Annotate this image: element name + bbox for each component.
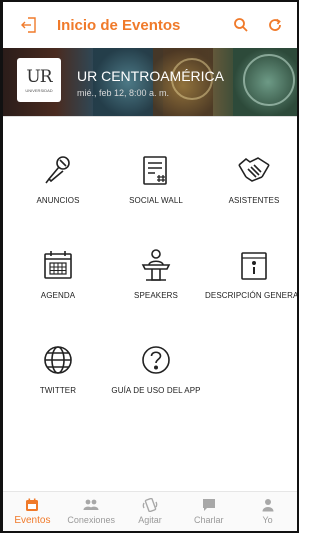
nav-tab-agitar[interactable]: Agitar xyxy=(121,492,180,531)
menu-tile-anuncios[interactable]: ANUNCIOS xyxy=(8,150,108,205)
nav-label: Yo xyxy=(262,515,273,525)
event-logo: UR UNIVERSIDAD xyxy=(17,58,61,102)
calendar-icon xyxy=(24,498,40,512)
menu-tile-twitter[interactable]: TWITTER xyxy=(8,340,108,395)
page-title: Inicio de Eventos xyxy=(57,16,181,34)
bottom-navigation: Eventos Conexiones Agitar Charlar Yo xyxy=(3,491,297,531)
info-document-icon xyxy=(234,245,274,285)
podium-speaker-icon xyxy=(136,245,176,285)
menu-tile-label: ASISTENTES xyxy=(228,196,280,205)
menu-tile-descripcion-general[interactable]: DESCRIPCIÓN GENERAL xyxy=(204,245,299,300)
divider xyxy=(3,116,297,117)
nav-tab-yo[interactable]: Yo xyxy=(238,492,297,531)
event-date: mié., feb 12, 8:00 a. m. xyxy=(77,88,170,98)
nav-label: Agitar xyxy=(138,515,162,525)
menu-tile-label: AGENDA xyxy=(40,291,76,300)
microphone-icon xyxy=(38,150,78,190)
exit-icon[interactable] xyxy=(15,11,43,39)
nav-tab-charlar[interactable]: Charlar xyxy=(179,492,238,531)
menu-tile-label: SOCIAL WALL xyxy=(129,196,183,205)
menu-tile-asistentes[interactable]: ASISTENTES xyxy=(204,150,297,205)
person-icon xyxy=(260,498,276,512)
menu-tile-agenda[interactable]: AGENDA xyxy=(8,245,108,300)
menu-tile-label: TWITTER xyxy=(39,386,77,395)
menu-tile-guia-de-uso[interactable]: GUÍA DE USO DEL APP xyxy=(106,340,206,395)
nav-tab-eventos[interactable]: Eventos xyxy=(3,492,62,531)
menu-tile-label: DESCRIPCIÓN GENERAL xyxy=(205,291,299,300)
nav-label: Eventos xyxy=(14,514,51,526)
refresh-icon[interactable] xyxy=(263,13,287,37)
shake-phone-icon xyxy=(142,498,158,512)
globe-icon xyxy=(38,340,78,380)
nav-label: Conexiones xyxy=(67,515,115,525)
banner-decoration xyxy=(243,54,295,106)
handshake-icon xyxy=(234,150,274,190)
app-bar: Inicio de Eventos xyxy=(3,2,297,48)
menu-tile-social-wall[interactable]: SOCIAL WALL xyxy=(106,150,206,205)
logo-text: UR xyxy=(26,67,52,87)
social-wall-icon xyxy=(136,150,176,190)
event-title: UR CENTROAMÉRICA xyxy=(77,68,225,84)
search-icon[interactable] xyxy=(229,13,253,37)
menu-tile-label: ANUNCIOS xyxy=(36,196,80,205)
nav-tab-conexiones[interactable]: Conexiones xyxy=(62,492,121,531)
logo-subtext: UNIVERSIDAD xyxy=(25,88,53,93)
menu-tile-label: SPEAKERS xyxy=(134,291,178,300)
menu-tile-speakers[interactable]: SPEAKERS xyxy=(106,245,206,300)
question-circle-icon xyxy=(136,340,176,380)
app-frame: Inicio de Eventos UR UNIVERSIDAD UR CENT… xyxy=(0,0,299,533)
menu-tile-label: GUÍA DE USO DEL APP xyxy=(111,386,201,395)
nav-label: Charlar xyxy=(194,515,224,525)
event-banner[interactable]: UR UNIVERSIDAD UR CENTROAMÉRICA mié., fe… xyxy=(3,48,297,116)
calendar-icon xyxy=(38,245,78,285)
chat-bubble-icon xyxy=(201,498,217,512)
people-icon xyxy=(83,498,99,512)
